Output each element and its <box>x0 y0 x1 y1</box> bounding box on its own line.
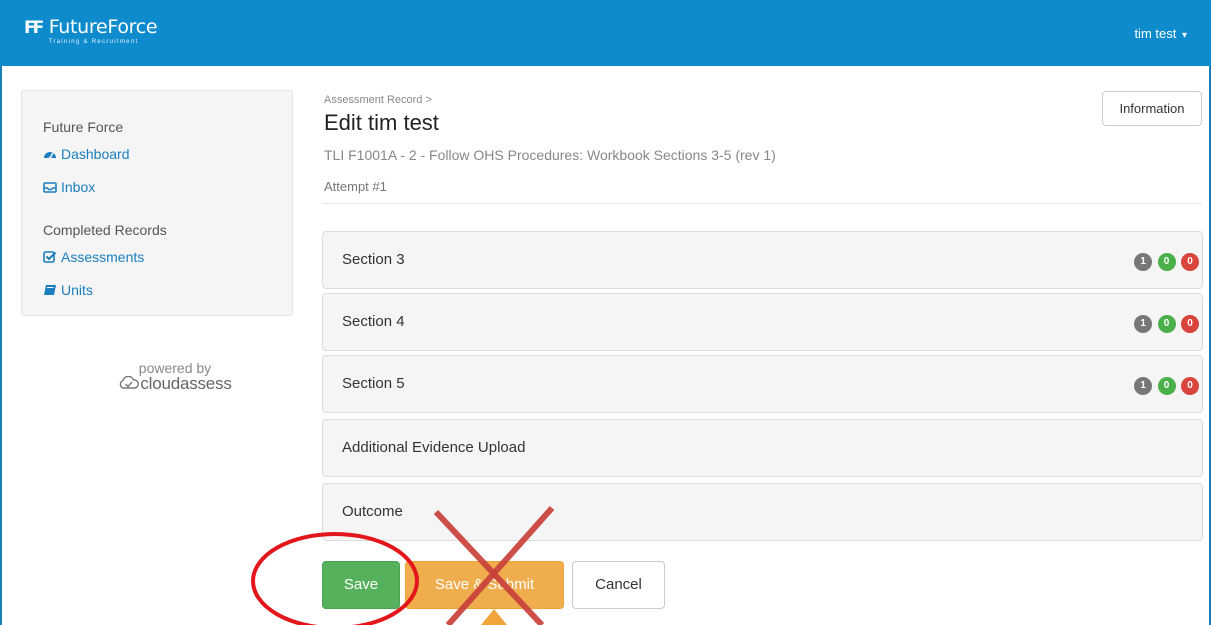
satisfactory-count-badge: 0 <box>1157 377 1176 395</box>
sidebar-item-label: Units <box>61 282 93 298</box>
sidebar-heading-completed-records: Completed Records <box>43 222 167 238</box>
sidebar-item-label: Assessments <box>61 249 145 265</box>
save-and-submit-button[interactable]: Save & Submit <box>405 561 564 609</box>
sidebar: Future Force Dashboard Inbox Completed R… <box>21 90 293 316</box>
checkbox-icon <box>43 251 57 263</box>
cloud-check-icon <box>120 375 140 389</box>
breadcrumb[interactable]: Assessment Record > <box>324 94 432 106</box>
caret-down-icon: ▾ <box>1181 30 1187 41</box>
unit-subtitle: TLI F1001A - 2 - Follow OHS Procedures: … <box>324 147 776 163</box>
save-button[interactable]: Save <box>322 561 400 609</box>
futureforce-logo[interactable]: FF FutureForce Training & Recruitment <box>24 18 158 46</box>
status-badges: 1 0 0 <box>1133 375 1199 395</box>
satisfactory-count-badge: 0 <box>1157 315 1176 333</box>
section-label: Section 5 <box>342 375 405 392</box>
top-navbar: FF FutureForce Training & Recruitment ti… <box>0 0 1211 66</box>
logo-name: FutureForce <box>48 16 158 38</box>
not-satisfactory-count-badge: 0 <box>1181 377 1199 395</box>
section-panel-3[interactable]: Section 3 1 0 0 <box>322 231 1203 289</box>
section-panel-5[interactable]: Section 5 1 0 0 <box>322 355 1203 413</box>
divider <box>322 203 1202 204</box>
inbox-icon <box>43 182 57 193</box>
section-label: Outcome <box>342 503 403 520</box>
satisfactory-count-badge: 0 <box>1157 253 1176 271</box>
outcome-panel[interactable]: Outcome <box>322 483 1203 541</box>
sidebar-item-inbox[interactable]: Inbox <box>43 179 95 195</box>
pending-count-badge: 1 <box>1134 315 1153 333</box>
section-panel-4[interactable]: Section 4 1 0 0 <box>322 293 1203 351</box>
status-badges: 1 0 0 <box>1133 251 1199 271</box>
powered-by-cloudassess[interactable]: powered by cloudassess <box>110 360 240 392</box>
page-title: Edit tim test <box>324 110 439 135</box>
cancel-button[interactable]: Cancel <box>572 561 665 609</box>
sidebar-item-label: Dashboard <box>61 146 130 162</box>
sidebar-item-assessments[interactable]: Assessments <box>43 249 144 265</box>
sidebar-item-units[interactable]: Units <box>43 282 93 298</box>
section-label: Section 3 <box>342 251 405 268</box>
sidebar-item-dashboard[interactable]: Dashboard <box>43 146 130 162</box>
status-badges: 1 0 0 <box>1133 313 1199 333</box>
dashboard-icon <box>44 152 56 160</box>
logo-text: FutureForce Training & Recruitment <box>49 18 158 46</box>
user-menu-dropdown[interactable]: tim test ▾ <box>1134 26 1187 41</box>
section-label: Additional Evidence Upload <box>342 439 526 456</box>
cloudassess-brand-text: cloudassess <box>140 374 232 393</box>
cloudassess-logo: cloudassess <box>110 374 240 393</box>
pending-count-badge: 1 <box>1134 253 1153 271</box>
additional-evidence-panel[interactable]: Additional Evidence Upload <box>322 419 1203 477</box>
section-label: Section 4 <box>342 313 405 330</box>
sidebar-heading-future-force: Future Force <box>43 119 124 135</box>
user-menu-label: tim test <box>1134 26 1177 41</box>
book-icon <box>44 285 56 295</box>
attempt-label: Attempt #1 <box>324 179 387 194</box>
not-satisfactory-count-badge: 0 <box>1181 253 1199 271</box>
logo-mark: FF <box>24 18 44 38</box>
logo-tagline: Training & Recruitment <box>48 39 139 45</box>
sidebar-item-label: Inbox <box>61 179 96 195</box>
pending-count-badge: 1 <box>1134 377 1153 395</box>
information-button[interactable]: Information <box>1102 91 1202 126</box>
not-satisfactory-count-badge: 0 <box>1181 315 1199 333</box>
